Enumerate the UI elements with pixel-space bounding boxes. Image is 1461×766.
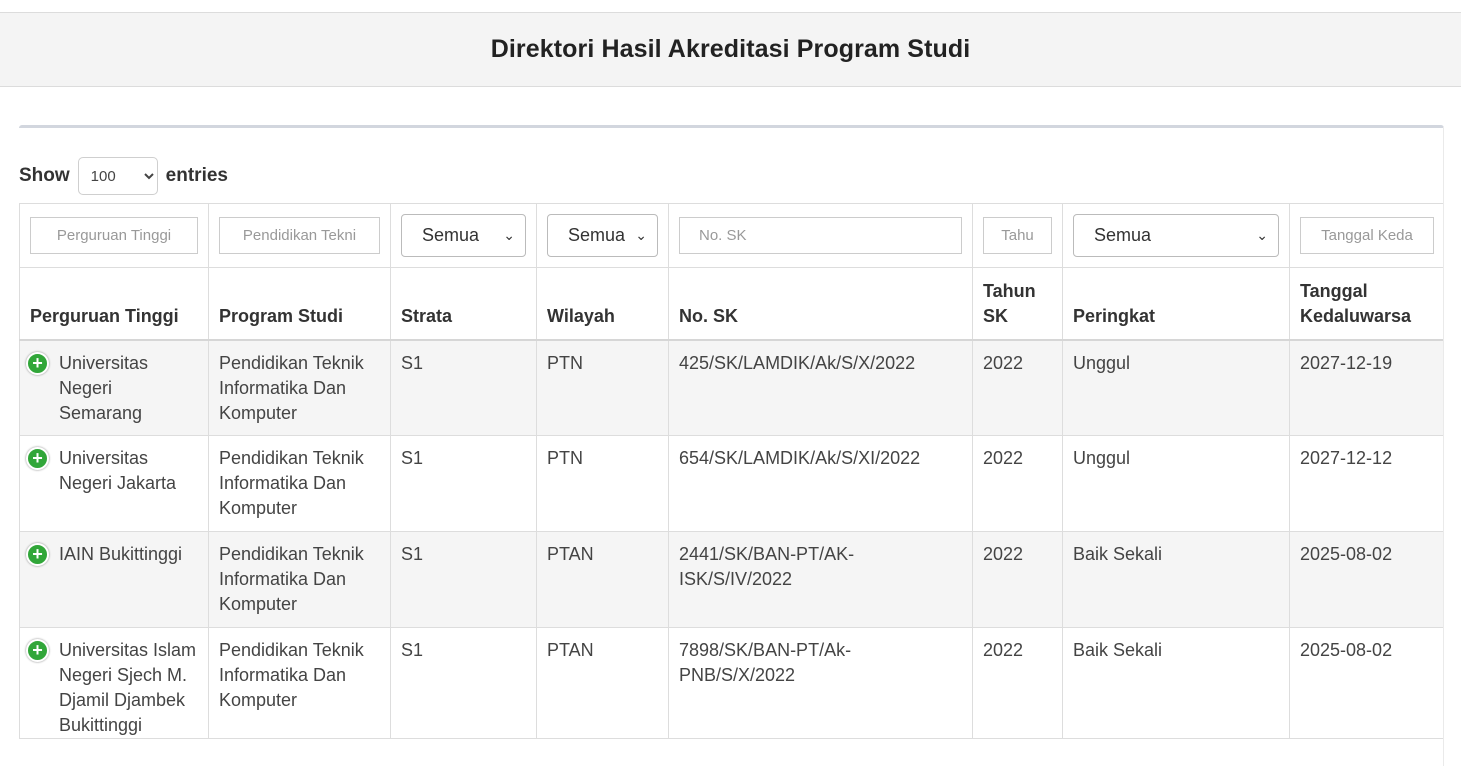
header-row: Perguruan Tinggi Program Studi Strata Wi… — [19, 267, 1443, 341]
cell-strata: S1 — [390, 531, 537, 628]
column-header-program-studi[interactable]: Program Studi — [208, 267, 391, 341]
accreditation-table: Perguruan Tinggi Pendidikan Tekni Semua ⌄… — [19, 203, 1443, 739]
table-row: + IAIN Bukittinggi Pendidikan Teknik Info… — [19, 531, 1443, 628]
page-header: Direktori Hasil Akreditasi Program Studi — [0, 12, 1461, 87]
cell-strata: S1 — [390, 627, 537, 739]
cell-perguruan-tinggi: Universitas Negeri Jakarta — [59, 448, 177, 493]
expand-row-icon[interactable]: + — [26, 351, 49, 375]
cell-peringkat: Baik Sekali — [1062, 627, 1290, 739]
column-header-strata[interactable]: Strata — [390, 267, 537, 341]
column-header-no-sk[interactable]: No. SK — [668, 267, 973, 341]
entries-length-control: Show 100 entries — [19, 157, 228, 195]
table-row: + Universitas Negeri Semarang Pendidikan … — [19, 339, 1443, 436]
cell-tanggal: 2027-12-19 — [1289, 339, 1443, 436]
column-header-tanggal[interactable]: Tanggal Kedaluwarsa — [1289, 267, 1443, 341]
cell-tahun-sk: 2022 — [972, 435, 1063, 532]
chevron-down-icon: ⌄ — [1256, 227, 1268, 243]
cell-peringkat: Unggul — [1062, 339, 1290, 436]
cell-wilayah: PTAN — [536, 627, 669, 739]
entries-select[interactable]: 100 — [77, 157, 158, 195]
directory-panel: Show 100 entries Perguruan Tinggi Pendid… — [19, 125, 1444, 766]
wilayah-filter-select[interactable]: Semua ⌄ — [547, 214, 658, 257]
table-row: + Universitas Negeri Jakarta Pendidikan T… — [19, 435, 1443, 532]
cell-tanggal: 2025-08-02 — [1289, 627, 1443, 739]
cell-wilayah: PTN — [536, 435, 669, 532]
cell-tahun-sk: 2022 — [972, 339, 1063, 436]
column-header-wilayah[interactable]: Wilayah — [536, 267, 669, 341]
chevron-down-icon: ⌄ — [503, 227, 515, 243]
cell-strata: S1 — [390, 339, 537, 436]
cell-no-sk: 425/SK/LAMDIK/Ak/S/X/2022 — [668, 339, 973, 436]
filter-row: Perguruan Tinggi Pendidikan Tekni Semua ⌄… — [19, 203, 1443, 268]
program-studi-filter-input[interactable]: Pendidikan Tekni — [219, 217, 380, 254]
no-sk-filter-input[interactable]: No. SK — [679, 217, 962, 254]
strata-filter-select[interactable]: Semua ⌄ — [401, 214, 526, 257]
cell-program-studi: Pendidikan Teknik Informatika Dan Komput… — [208, 627, 391, 739]
peringkat-filter-value: Semua — [1094, 225, 1152, 245]
show-label: Show — [19, 165, 70, 186]
strata-filter-value: Semua — [422, 225, 480, 245]
expand-row-icon[interactable]: + — [26, 543, 49, 566]
cell-tahun-sk: 2022 — [972, 627, 1063, 739]
expand-row-icon[interactable]: + — [26, 639, 49, 662]
wilayah-filter-value: Semua — [568, 225, 626, 245]
tahun-sk-filter-input[interactable]: Tahu — [983, 217, 1052, 254]
cell-wilayah: PTAN — [536, 531, 669, 628]
page-title: Direktori Hasil Akreditasi Program Studi — [490, 35, 971, 63]
perguruan-tinggi-filter-input[interactable]: Perguruan Tinggi — [30, 217, 198, 254]
cell-tanggal: 2027-12-12 — [1289, 435, 1443, 532]
entries-label: entries — [165, 165, 228, 186]
cell-no-sk: 7898/SK/BAN-PT/Ak-PNB/S/X/2022 — [668, 627, 973, 739]
cell-program-studi: Pendidikan Teknik Informatika Dan Komput… — [208, 435, 391, 532]
cell-strata: S1 — [390, 435, 537, 532]
cell-perguruan-tinggi: Universitas Negeri Semarang — [59, 352, 149, 423]
cell-perguruan-tinggi: Universitas Islam Negeri Sjech M. Djamil… — [59, 640, 197, 735]
cell-no-sk: 654/SK/LAMDIK/Ak/S/XI/2022 — [668, 435, 973, 532]
chevron-down-icon: ⌄ — [635, 227, 647, 243]
cell-no-sk: 2441/SK/BAN-PT/AK-ISK/S/IV/2022 — [668, 531, 973, 628]
cell-tanggal: 2025-08-02 — [1289, 531, 1443, 628]
peringkat-filter-select[interactable]: Semua ⌄ — [1073, 214, 1279, 257]
cell-program-studi: Pendidikan Teknik Informatika Dan Komput… — [208, 531, 391, 628]
column-header-tahun-sk[interactable]: Tahun SK — [972, 267, 1063, 341]
cell-peringkat: Unggul — [1062, 435, 1290, 532]
cell-tahun-sk: 2022 — [972, 531, 1063, 628]
expand-row-icon[interactable]: + — [26, 447, 49, 470]
cell-peringkat: Baik Sekali — [1062, 531, 1290, 628]
cell-program-studi: Pendidikan Teknik Informatika Dan Komput… — [208, 339, 391, 436]
cell-perguruan-tinggi: IAIN Bukittinggi — [59, 544, 183, 564]
column-header-peringkat[interactable]: Peringkat — [1062, 267, 1290, 341]
table-row: + Universitas Islam Negeri Sjech M. Djami… — [19, 627, 1443, 739]
column-header-perguruan-tinggi[interactable]: Perguruan Tinggi — [19, 267, 209, 341]
cell-wilayah: PTN — [536, 339, 669, 436]
tanggal-filter-input[interactable]: Tanggal Keda — [1300, 217, 1434, 254]
